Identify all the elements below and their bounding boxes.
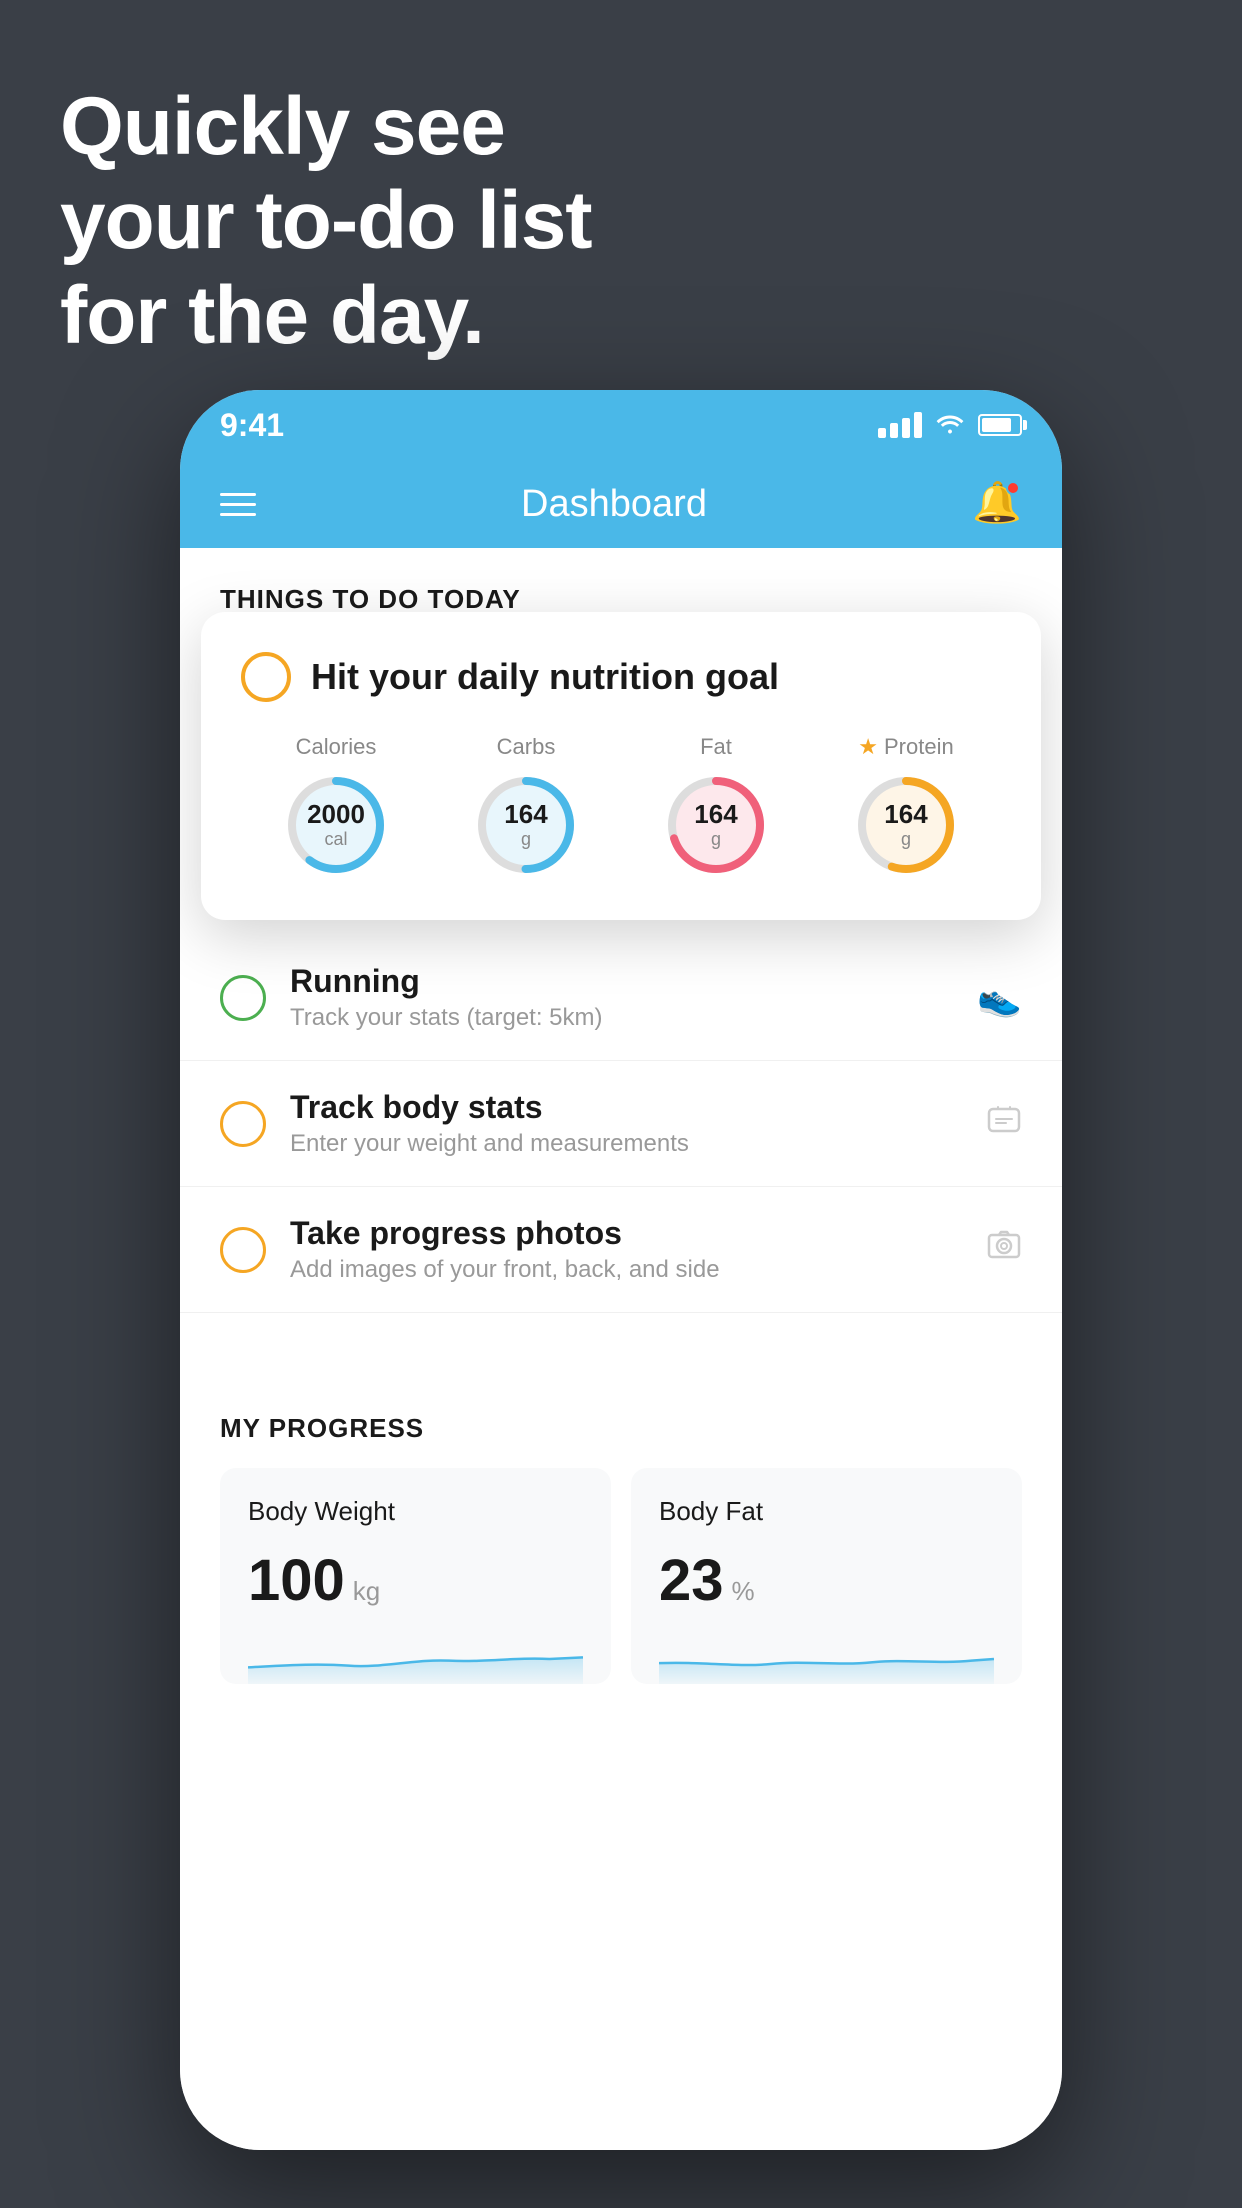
body-weight-chart xyxy=(248,1634,583,1684)
todo-running[interactable]: Running Track your stats (target: 5km) 👟 xyxy=(180,935,1062,1061)
body-weight-label: Body Weight xyxy=(248,1496,583,1527)
running-title: Running xyxy=(290,963,953,1000)
calories-label: Calories xyxy=(296,734,377,760)
todo-progress-photos[interactable]: Take progress photos Add images of your … xyxy=(180,1187,1062,1313)
body-weight-value: 100 xyxy=(248,1547,345,1614)
progress-cards: Body Weight 100 kg xyxy=(220,1468,1022,1684)
carbs-circle: 164 g xyxy=(471,770,581,880)
body-fat-label: Body Fat xyxy=(659,1496,994,1527)
calories-circle: 2000 cal xyxy=(281,770,391,880)
wifi-icon xyxy=(934,410,966,441)
body-weight-unit: kg xyxy=(353,1576,380,1607)
status-time: 9:41 xyxy=(220,407,284,444)
headline-line3: for the day. xyxy=(60,269,592,363)
status-bar: 9:41 xyxy=(180,390,1062,460)
running-shoe-icon: 👟 xyxy=(977,977,1022,1019)
my-progress-header: MY PROGRESS xyxy=(220,1413,1022,1444)
card-title-row: Hit your daily nutrition goal xyxy=(241,652,1001,702)
nutrition-calories: Calories 2000 cal xyxy=(281,734,391,880)
headline: Quickly see your to-do list for the day. xyxy=(60,80,592,363)
progress-section: MY PROGRESS Body Weight 100 kg xyxy=(180,1373,1062,1724)
nutrition-goal-card: Hit your daily nutrition goal Calories 2… xyxy=(201,612,1041,920)
nutrition-row: Calories 2000 cal xyxy=(241,734,1001,880)
body-weight-card: Body Weight 100 kg xyxy=(220,1468,611,1684)
battery-icon xyxy=(978,414,1022,436)
photo-icon xyxy=(986,1227,1022,1272)
body-stats-title: Track body stats xyxy=(290,1089,962,1126)
headline-line2: your to-do list xyxy=(60,174,592,268)
body-fat-chart xyxy=(659,1634,994,1684)
body-fat-value: 23 xyxy=(659,1547,724,1614)
notification-dot xyxy=(1006,481,1020,495)
progress-photos-title: Take progress photos xyxy=(290,1215,962,1252)
body-fat-card: Body Fat 23 % xyxy=(631,1468,1022,1684)
nutrition-protein: ★ Protein 164 g xyxy=(851,734,961,880)
nav-bar: Dashboard 🔔 xyxy=(180,460,1062,548)
todo-list: Running Track your stats (target: 5km) 👟… xyxy=(180,935,1062,1313)
nutrition-fat: Fat 164 g xyxy=(661,734,771,880)
nutrition-carbs: Carbs 164 g xyxy=(471,734,581,880)
body-stats-check[interactable] xyxy=(220,1101,266,1147)
protein-circle: 164 g xyxy=(851,770,961,880)
headline-line1: Quickly see xyxy=(60,80,592,174)
phone-mockup: 9:41 Dashboard 🔔 xyxy=(180,390,1062,2150)
fat-label: Fat xyxy=(700,734,732,760)
protein-label: Protein xyxy=(884,734,954,760)
fat-circle: 164 g xyxy=(661,770,771,880)
status-icons xyxy=(878,410,1022,441)
notification-bell-button[interactable]: 🔔 xyxy=(972,479,1022,529)
body-fat-unit: % xyxy=(732,1576,755,1607)
card-circle-icon xyxy=(241,652,291,702)
carbs-label: Carbs xyxy=(497,734,556,760)
body-stats-subtitle: Enter your weight and measurements xyxy=(290,1130,962,1158)
progress-photos-subtitle: Add images of your front, back, and side xyxy=(290,1256,962,1284)
card-title: Hit your daily nutrition goal xyxy=(311,656,779,698)
star-icon: ★ xyxy=(858,734,878,760)
scale-icon xyxy=(986,1101,1022,1146)
running-check[interactable] xyxy=(220,975,266,1021)
signal-bars-icon xyxy=(878,412,922,438)
progress-photos-check[interactable] xyxy=(220,1227,266,1273)
nav-title: Dashboard xyxy=(521,483,707,526)
running-subtitle: Track your stats (target: 5km) xyxy=(290,1004,953,1032)
hamburger-menu-button[interactable] xyxy=(220,493,256,516)
app-content: THINGS TO DO TODAY Hit your daily nutrit… xyxy=(180,548,1062,2150)
todo-body-stats[interactable]: Track body stats Enter your weight and m… xyxy=(180,1061,1062,1187)
